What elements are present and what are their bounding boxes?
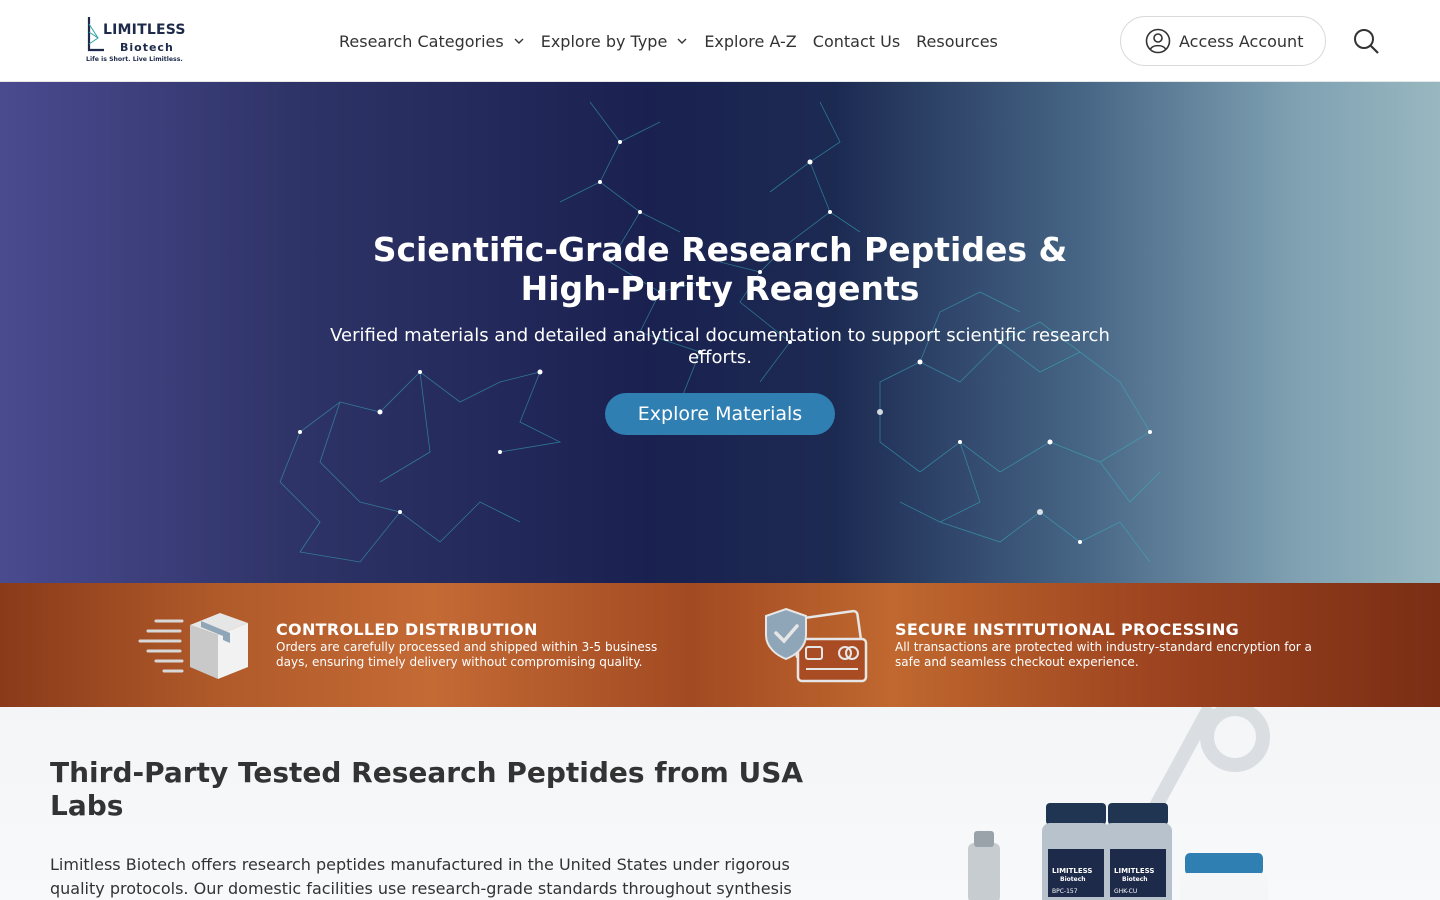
chevron-down-icon	[514, 38, 524, 44]
feature-desc: Orders are carefully processed and shipp…	[276, 640, 658, 669]
secure-card-shield-icon	[765, 607, 868, 683]
nav-explore-by-type[interactable]: Explore by Type	[541, 32, 689, 51]
hero-title-bold: Scientific-Grade Research Peptides	[372, 230, 1027, 269]
vial-label-brand: LIMITLESS	[1114, 867, 1154, 875]
explore-materials-button[interactable]: Explore Materials	[605, 393, 835, 435]
vial-label-sub: Biotech	[1060, 876, 1086, 883]
feature-controlled-distribution: CONTROLLED DISTRIBUTION Orders are caref…	[0, 583, 720, 707]
feature-secure-processing: SECURE INSTITUTIONAL PROCESSING All tran…	[720, 583, 1440, 707]
vial-label-sub: Biotech	[1122, 876, 1148, 883]
feature-title: SECURE INSTITUTIONAL PROCESSING	[895, 620, 1240, 639]
feature-desc: All transactions are protected with indu…	[895, 640, 1312, 669]
logo-name: LIMITLESS	[103, 22, 186, 38]
site-header: LIMITLESS Biotech Life is Short. Live Li…	[0, 0, 1440, 82]
nav-label: Explore by Type	[540, 31, 668, 51]
shipping-box-icon	[138, 613, 248, 679]
vial-label-brand: LIMITLESS	[1052, 867, 1092, 875]
logo-sub: Biotech	[120, 41, 174, 54]
access-account-label: Access Account	[1179, 31, 1304, 51]
intro-text: Limitless Biotech offers research peptid…	[50, 855, 792, 898]
feature-bar: CONTROLLED DISTRIBUTION Orders are caref…	[0, 583, 1440, 707]
hero-banner: Scientific-Grade Research Peptides & Hig…	[0, 82, 1440, 583]
nav-resources[interactable]: Resources	[916, 32, 998, 51]
search-icon[interactable]	[1352, 27, 1380, 55]
intro-title: Third-Party Tested Research Peptides fro…	[50, 756, 804, 822]
logo-tagline: Life is Short. Live Limitless.	[86, 56, 183, 63]
vial-label-product: GHK-CU	[1114, 888, 1137, 895]
nav-label: Explore A-Z	[704, 31, 797, 51]
logo[interactable]: LIMITLESS Biotech Life is Short. Live Li…	[86, 16, 196, 66]
hero-subtitle: Verified materials and detailed analytic…	[330, 325, 1110, 368]
intro-section: Third-Party Tested Research Peptides fro…	[0, 707, 1440, 900]
nav-label: Research Categories	[339, 31, 504, 51]
nav-contact-us[interactable]: Contact Us	[813, 32, 900, 51]
nav-research-categories[interactable]: Research Categories	[339, 32, 525, 51]
chevron-down-icon	[677, 38, 687, 44]
user-circle-icon	[1145, 28, 1171, 54]
hero-title: Scientific-Grade Research Peptides & Hig…	[320, 230, 1120, 308]
nav-explore-a-z[interactable]: Explore A-Z	[704, 32, 796, 51]
nav-label: Contact Us	[812, 31, 901, 51]
nav-label: Resources	[916, 31, 998, 51]
main-nav: Research Categories Explore by Type Expl…	[339, 30, 1014, 52]
feature-title: CONTROLLED DISTRIBUTION	[276, 620, 538, 639]
vial-label-product: BPC-157	[1052, 888, 1078, 895]
access-account-button[interactable]: Access Account	[1120, 16, 1326, 66]
product-vials-image: LIMITLESS Biotech BPC-157 LIMITLESS Biot…	[968, 803, 1268, 900]
